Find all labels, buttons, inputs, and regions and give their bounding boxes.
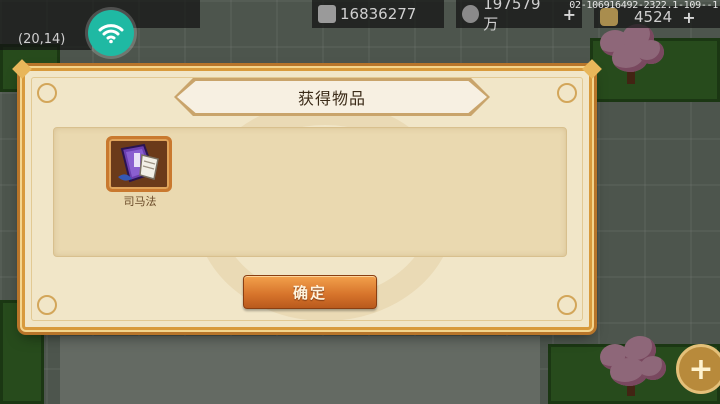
expand-plus-button[interactable]: + bbox=[676, 344, 720, 394]
wifi-button[interactable] bbox=[88, 10, 134, 56]
build-version: 02-106916492-2322.1-109--1 bbox=[569, 0, 718, 11]
crossed-swords-icon bbox=[318, 5, 336, 23]
resource-bar-1[interactable]: 16836277 bbox=[312, 0, 444, 28]
confirm-button[interactable]: 确定 bbox=[243, 275, 377, 309]
map-coordinates: (20,14) bbox=[0, 28, 92, 50]
wifi-icon bbox=[98, 24, 124, 44]
purple-book-icon bbox=[106, 136, 172, 192]
dialog-title: 获得物品 bbox=[297, 89, 366, 108]
reward-items-panel: 司马法 bbox=[53, 127, 567, 257]
dialog-title-banner: 获得物品 bbox=[174, 78, 490, 116]
item-reward-dialog: 获得物品 司马法 确定 bbox=[12, 59, 602, 330]
corner-ornament bbox=[37, 295, 57, 315]
reward-item[interactable]: 司马法 bbox=[106, 136, 174, 209]
resource-value: 16836277 bbox=[340, 5, 417, 23]
resource-bar-2[interactable]: 197579万 + bbox=[456, 0, 582, 33]
corner-ornament bbox=[37, 83, 57, 103]
corner-ornament bbox=[557, 83, 577, 103]
resource-value: 197579万 bbox=[483, 0, 541, 33]
corner-ornament bbox=[557, 295, 577, 315]
coin-icon bbox=[462, 5, 480, 23]
item-name: 司马法 bbox=[123, 195, 157, 208]
